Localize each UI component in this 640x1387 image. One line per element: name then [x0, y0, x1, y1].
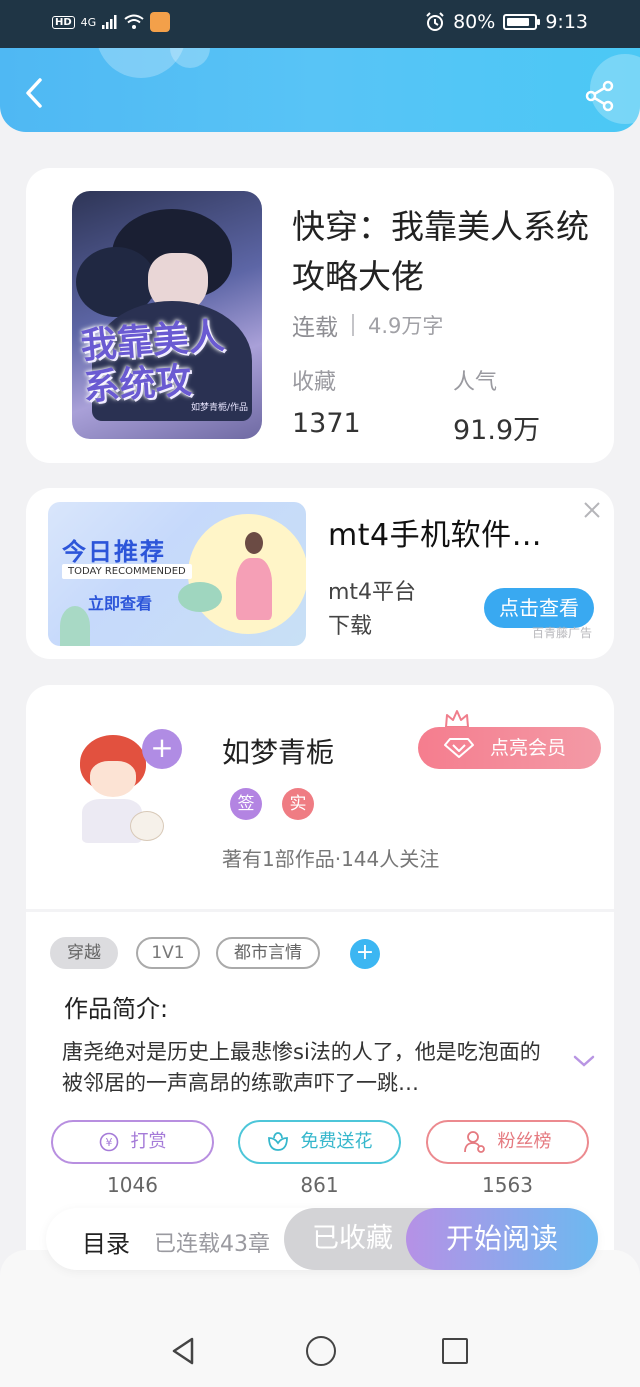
book-title: 快穿：我靠美人系统攻略大佬 [292, 207, 589, 296]
status-left: HD 4G [52, 12, 171, 32]
reward-label: 打赏 [130, 1131, 167, 1152]
decor-bubble [170, 48, 210, 68]
user-rank-icon [463, 1131, 485, 1153]
tag-chip[interactable]: 1V1 [136, 937, 200, 969]
favorites-label: 收藏 [292, 370, 337, 395]
divider [26, 909, 614, 912]
ad-view-button[interactable]: 点击查看 [484, 588, 594, 628]
svg-text:¥: ¥ [105, 1136, 112, 1149]
avatar-art [130, 811, 164, 841]
close-icon[interactable] [582, 500, 602, 520]
vip-button[interactable]: 点亮会员 [418, 727, 601, 769]
fan-count: 1563 [482, 1173, 533, 1197]
tag-chip[interactable]: 穿越 [50, 937, 118, 969]
ad-image[interactable]: 今日推荐 TODAY RECOMMENDED 立即查看 [48, 502, 306, 646]
system-nav-bar [0, 1312, 640, 1387]
ad-description: mt4平台下载 [328, 580, 417, 639]
nav-back-icon[interactable] [170, 1336, 196, 1366]
back-icon[interactable] [20, 76, 50, 110]
ad-card[interactable]: 今日推荐 TODAY RECOMMENDED 立即查看 mt4手机软件… mt4… [26, 488, 614, 659]
clock: 9:13 [545, 11, 588, 33]
ad-source: 百青藤广告 [532, 626, 593, 640]
send-flower-label: 免费送花 [300, 1131, 373, 1152]
popularity-label: 人气 [453, 370, 498, 395]
vip-label: 点亮会员 [490, 737, 567, 759]
coin-icon: ¥ [99, 1132, 118, 1152]
serial-status: 连载 [292, 315, 338, 341]
author-name[interactable]: 如梦青栀 [222, 731, 334, 771]
share-icon[interactable] [584, 80, 616, 112]
intro-title: 作品简介: [64, 995, 169, 1023]
nav-home-icon[interactable] [306, 1336, 336, 1366]
signed-badge: 签 [230, 788, 262, 820]
battery-percent: 80% [453, 11, 496, 33]
divider [352, 314, 354, 336]
app-header [0, 48, 640, 132]
wifi-icon [124, 14, 144, 29]
book-status: 连载 4.9万字 [292, 308, 443, 342]
ad-art [178, 582, 222, 612]
send-flower-button[interactable]: 免费送花 [238, 1120, 401, 1164]
hd-indicator: HD [52, 15, 75, 29]
ad-image-ribbon: TODAY RECOMMENDED [62, 564, 192, 579]
chapter-count[interactable]: 已连载43章 [154, 1226, 270, 1258]
alarm-icon [426, 12, 444, 31]
nav-recents-icon[interactable] [442, 1338, 468, 1364]
reward-button[interactable]: ¥ 打赏 [51, 1120, 214, 1164]
toc-button[interactable]: 目录 [82, 1224, 130, 1259]
tag-chip[interactable]: 都市言情 [216, 937, 320, 969]
bottom-action-bar: 目录 已连载43章 已收藏 开始阅读 [46, 1208, 598, 1270]
reward-count: 1046 [107, 1173, 158, 1197]
add-tag-icon[interactable]: + [350, 939, 380, 969]
author-meta: 著有1部作品·144人关注 [222, 847, 440, 871]
favorites-value: 1371 [292, 408, 361, 439]
status-right: 80% 9:13 [425, 11, 588, 33]
chevron-down-icon[interactable] [572, 1053, 596, 1069]
ad-image-headline: 今日推荐 [62, 538, 166, 566]
popularity-stat: 人气 91.9万 [453, 364, 540, 447]
ad-title[interactable]: mt4手机软件… [328, 510, 542, 554]
diamond-icon [444, 738, 474, 758]
fan-ranking-label: 粉丝榜 [497, 1131, 552, 1152]
book-cover[interactable]: 我靠美人系统攻 如梦青栀/作品 [72, 191, 262, 439]
ad-art [60, 606, 90, 646]
ad-art [245, 532, 263, 554]
avatar-art [90, 761, 136, 797]
intro-text[interactable]: 唐尧绝对是历史上最悲惨si法的人了，他是吃泡面的被邻居的一声高昂的练歌声吓了一跳… [62, 1037, 552, 1099]
battery-icon [503, 14, 541, 30]
cover-title: 我靠美人系统攻 [79, 314, 226, 409]
book-card: 我靠美人系统攻 如梦青栀/作品 快穿：我靠美人系统攻略大佬 连载 4.9万字 收… [26, 168, 614, 463]
word-count: 4.9万字 [368, 314, 444, 338]
app-notification-icon [150, 12, 171, 32]
flower-count: 861 [300, 1173, 339, 1197]
status-bar: HD 4G 80% 9:13 [0, 0, 640, 48]
crown-icon [445, 710, 469, 728]
author-info-card: + 如梦青栀 点亮会员 签 实 著有1部作品·144人关注 穿越 1V1 都市言… [26, 685, 614, 1285]
ad-image-cta: 立即查看 [88, 594, 153, 613]
follow-plus-icon[interactable]: + [142, 729, 182, 769]
flower-icon [267, 1132, 288, 1151]
favorites-stat: 收藏 1371 [292, 364, 361, 439]
network-indicator: 4G [80, 15, 97, 29]
popularity-value: 91.9万 [453, 415, 541, 446]
cover-author: 如梦青栀/作品 [190, 403, 248, 413]
verified-badge: 实 [282, 788, 314, 820]
signal-icon [102, 15, 117, 29]
start-reading-button[interactable]: 开始阅读 [406, 1208, 598, 1270]
ad-art [236, 558, 272, 620]
fan-ranking-button[interactable]: 粉丝榜 [426, 1120, 589, 1164]
